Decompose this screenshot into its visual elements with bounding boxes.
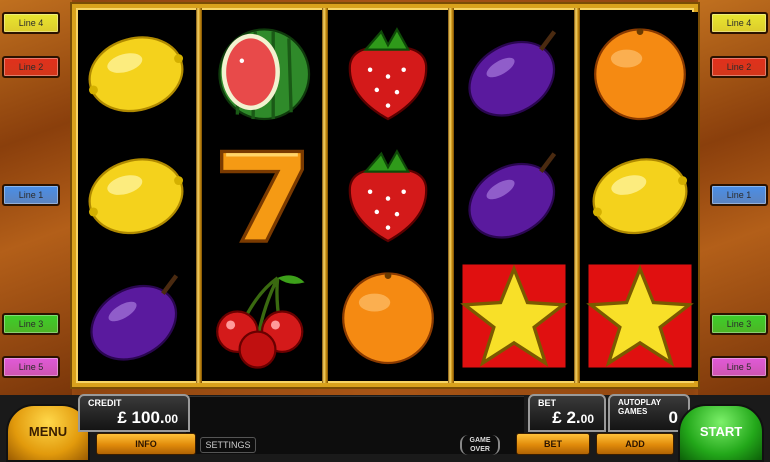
line-2-right-marker: Line 2 <box>710 56 768 78</box>
reel-frame <box>72 4 698 387</box>
reel-3 <box>330 12 446 381</box>
star-symbol <box>582 256 698 376</box>
line-5-right-marker: Line 5 <box>710 356 768 378</box>
bet-button[interactable]: BET <box>516 433 590 455</box>
orange-symbol <box>330 256 446 376</box>
reel-2 <box>204 12 320 381</box>
strawberry-symbol <box>330 12 446 132</box>
gameover-line-2: OVER <box>470 446 490 453</box>
line-3-left-marker: Line 3 <box>2 313 60 335</box>
line-label: Line 3 <box>18 319 44 329</box>
line-label: Line 2 <box>18 62 44 72</box>
game-over-indicator: GAME OVER <box>460 435 500 455</box>
line-label: Line 1 <box>18 190 44 200</box>
reel-divider <box>196 8 202 383</box>
settings-button[interactable]: SETTINGS <box>200 437 256 453</box>
line-5-left-marker: Line 5 <box>2 356 60 378</box>
start-button[interactable]: START <box>678 404 764 462</box>
line-4-right-marker: Line 4 <box>710 12 768 34</box>
bet-amount: £ 2. <box>552 408 581 427</box>
reel-divider <box>448 8 454 383</box>
line-label: Line 4 <box>726 18 752 28</box>
star-symbol <box>456 256 572 376</box>
bet-display: BET £ 2.00 <box>528 394 606 432</box>
bet-value: £ 2.00 <box>552 408 594 428</box>
reel-1 <box>78 12 194 381</box>
credit-label: CREDIT <box>88 398 122 408</box>
reel-divider <box>574 8 580 383</box>
info-button[interactable]: INFO <box>96 433 196 455</box>
add-button[interactable]: ADD <box>596 433 674 455</box>
strawberry-symbol <box>330 134 446 254</box>
line-label: Line 5 <box>18 362 44 372</box>
orange-symbol <box>582 12 698 132</box>
line-3-right-marker: Line 3 <box>710 313 768 335</box>
line-1-left-marker: Line 1 <box>2 184 60 206</box>
credit-amount: £ 100. <box>117 408 165 427</box>
autoplay-value: 0 <box>668 408 678 427</box>
lemon-symbol <box>78 134 194 254</box>
reel-divider <box>322 8 328 383</box>
line-2-left-marker: Line 2 <box>2 56 60 78</box>
lemon-symbol <box>78 12 194 132</box>
line-1-right-marker: Line 1 <box>710 184 768 206</box>
line-label: Line 1 <box>726 190 752 200</box>
line-4-left-marker: Line 4 <box>2 12 60 34</box>
credit-display: CREDIT £ 100.00 <box>78 394 190 432</box>
bet-cents: 00 <box>580 412 594 426</box>
credit-cents: 00 <box>164 412 178 426</box>
cherries-symbol <box>204 256 320 376</box>
reel-4 <box>456 12 572 381</box>
line-label: Line 5 <box>726 362 752 372</box>
bet-label: BET <box>538 398 556 408</box>
plum-symbol <box>78 256 194 376</box>
plum-symbol <box>456 12 572 132</box>
plum-symbol <box>456 134 572 254</box>
lemon-symbol <box>582 134 698 254</box>
line-label: Line 4 <box>18 18 44 28</box>
gameover-line-1: GAME <box>469 437 491 444</box>
seven-symbol <box>204 134 320 254</box>
watermelon-symbol <box>204 12 320 132</box>
credit-value: £ 100.00 <box>117 408 178 428</box>
reel-5 <box>582 12 698 381</box>
line-label: Line 3 <box>726 319 752 329</box>
line-label: Line 2 <box>726 62 752 72</box>
